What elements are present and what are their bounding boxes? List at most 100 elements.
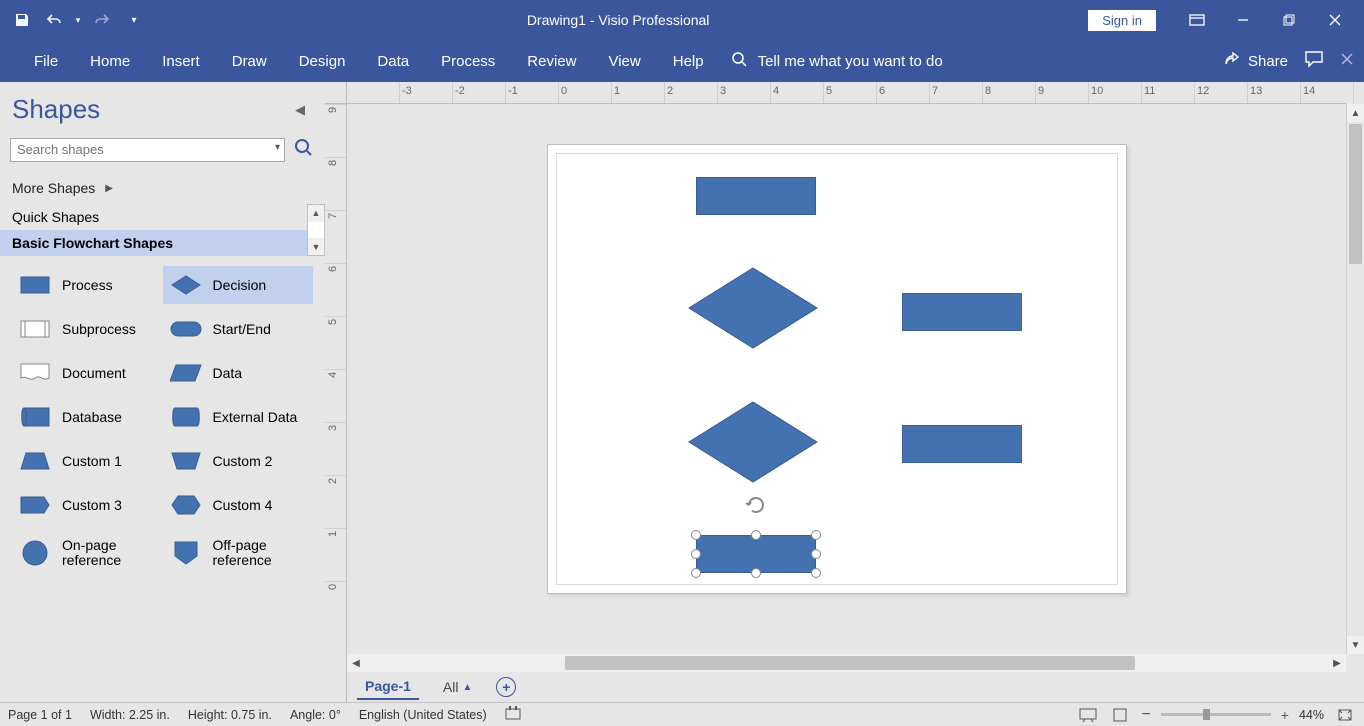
zoom-in-icon[interactable]: + [1281, 707, 1289, 723]
collapse-panel-icon[interactable]: ◀ [287, 98, 313, 122]
shape-document[interactable]: Document [12, 354, 163, 392]
page-tabs: Page-1 All ▲ + [347, 672, 1346, 702]
ruler-corner [325, 82, 347, 104]
scroll-left-icon[interactable]: ◀ [347, 658, 365, 669]
shape-custom-3[interactable]: Custom 3 [12, 486, 163, 524]
zoom-slider-knob[interactable] [1203, 709, 1210, 720]
handle-s[interactable] [751, 568, 761, 578]
ruler-vertical[interactable]: 9876543210 [325, 104, 347, 702]
quick-access-toolbar: ▾ ▾ [0, 6, 148, 34]
ribbon-display-icon[interactable] [1174, 5, 1220, 35]
tab-data[interactable]: Data [361, 43, 425, 80]
canvas-area: -3-2-101234567891011121314 9876543210 [325, 82, 1364, 702]
tab-view[interactable]: View [592, 43, 656, 80]
redo-icon[interactable] [88, 6, 116, 34]
handle-se[interactable] [811, 568, 821, 578]
tab-review[interactable]: Review [511, 43, 592, 80]
shape-custom-1[interactable]: Custom 1 [12, 442, 163, 480]
tab-draw[interactable]: Draw [216, 43, 283, 80]
share-label: Share [1248, 53, 1288, 70]
drawing-page[interactable] [547, 144, 1127, 594]
zoom-slider[interactable] [1161, 713, 1271, 716]
shape-on-page-ref[interactable]: On-page reference [12, 530, 163, 577]
tab-process[interactable]: Process [425, 43, 511, 80]
shape-off-page-ref[interactable]: Off-page reference [163, 530, 314, 577]
sign-in-button[interactable]: Sign in [1088, 10, 1156, 31]
undo-icon[interactable] [40, 6, 68, 34]
scroll-right-icon[interactable]: ▶ [1328, 658, 1346, 669]
canvas-process-3[interactable] [902, 425, 1022, 463]
status-height: Height: 0.75 in. [188, 708, 272, 722]
window-controls: Sign in [1088, 5, 1364, 35]
status-page[interactable]: Page 1 of 1 [8, 708, 72, 722]
handle-n[interactable] [751, 530, 761, 540]
shape-data[interactable]: Data [163, 354, 314, 392]
tab-insert[interactable]: Insert [146, 43, 216, 80]
status-language[interactable]: English (United States) [359, 708, 487, 722]
tell-me-search[interactable]: Tell me what you want to do [730, 50, 943, 73]
maximize-icon[interactable] [1266, 5, 1312, 35]
all-pages-button[interactable]: All ▲ [443, 679, 472, 695]
page-width-icon[interactable] [1109, 706, 1131, 724]
scroll-up-icon[interactable]: ▲ [1347, 104, 1364, 122]
stencil-basic-flowchart[interactable]: Basic Flowchart Shapes [0, 230, 325, 256]
add-page-button[interactable]: + [496, 677, 516, 697]
handle-sw[interactable] [691, 568, 701, 578]
tab-design[interactable]: Design [283, 43, 362, 80]
hscroll-thumb[interactable] [565, 656, 1135, 670]
search-shapes-input[interactable]: ▾ [10, 138, 285, 162]
shapes-panel: Shapes ◀ ▾ More Shapes ▶ Quick Shapes Ba… [0, 82, 325, 702]
horizontal-scrollbar[interactable]: ◀ ▶ [347, 654, 1346, 672]
scroll-down-icon[interactable]: ▼ [1347, 636, 1364, 654]
fit-page-icon[interactable] [1334, 706, 1356, 724]
handle-w[interactable] [691, 549, 701, 559]
close-pane-icon[interactable] [1340, 52, 1354, 71]
more-shapes-button[interactable]: More Shapes ▶ [0, 166, 325, 204]
shape-database[interactable]: Database [12, 398, 163, 436]
more-shapes-label: More Shapes [12, 180, 95, 196]
shape-grid: Process Decision Subprocess Start/End Do… [0, 256, 325, 577]
handle-nw[interactable] [691, 530, 701, 540]
handle-e[interactable] [811, 549, 821, 559]
shape-decision[interactable]: Decision [163, 266, 314, 304]
share-button[interactable]: Share [1224, 51, 1288, 71]
tab-help[interactable]: Help [657, 43, 720, 80]
search-icon [730, 50, 748, 73]
canvas-process-2[interactable] [902, 293, 1022, 331]
shape-start-end[interactable]: Start/End [163, 310, 314, 348]
canvas-decision-2[interactable] [688, 401, 818, 483]
stencil-scrollbar[interactable]: ▲▼ [307, 204, 325, 256]
presentation-mode-icon[interactable] [1077, 706, 1099, 724]
qat-customize-icon[interactable]: ▾ [120, 6, 148, 34]
drawing-canvas[interactable] [347, 104, 1346, 654]
shape-subprocess[interactable]: Subprocess [12, 310, 163, 348]
canvas-process-1[interactable] [696, 177, 816, 215]
shape-custom-4[interactable]: Custom 4 [163, 486, 314, 524]
vscroll-thumb[interactable] [1349, 124, 1362, 264]
shape-external-data[interactable]: External Data [163, 398, 314, 436]
vertical-scrollbar[interactable]: ▲ ▼ [1346, 104, 1364, 654]
canvas-process-selected[interactable] [696, 535, 816, 573]
comments-icon[interactable] [1304, 50, 1324, 73]
shape-process[interactable]: Process [12, 266, 163, 304]
page-tab-1[interactable]: Page-1 [357, 674, 419, 700]
search-dropdown-icon[interactable]: ▾ [275, 142, 280, 153]
undo-dropdown-icon[interactable]: ▾ [72, 6, 84, 34]
minimize-icon[interactable] [1220, 5, 1266, 35]
tab-home[interactable]: Home [74, 43, 146, 80]
shape-custom-2[interactable]: Custom 2 [163, 442, 314, 480]
macro-recorder-icon[interactable] [505, 706, 521, 723]
zoom-out-icon[interactable]: − [1141, 706, 1150, 724]
status-angle: Angle: 0° [290, 708, 341, 722]
stencil-quick-shapes[interactable]: Quick Shapes [0, 204, 325, 230]
save-icon[interactable] [8, 6, 36, 34]
zoom-level[interactable]: 44% [1299, 708, 1324, 722]
close-icon[interactable] [1312, 5, 1358, 35]
search-icon[interactable] [291, 137, 315, 162]
tab-file[interactable]: File [18, 43, 74, 80]
shapes-panel-title: Shapes [12, 94, 100, 125]
canvas-decision-1[interactable] [688, 267, 818, 349]
rotation-handle-icon[interactable] [744, 493, 768, 522]
handle-ne[interactable] [811, 530, 821, 540]
ruler-horizontal[interactable]: -3-2-101234567891011121314 [347, 82, 1346, 104]
